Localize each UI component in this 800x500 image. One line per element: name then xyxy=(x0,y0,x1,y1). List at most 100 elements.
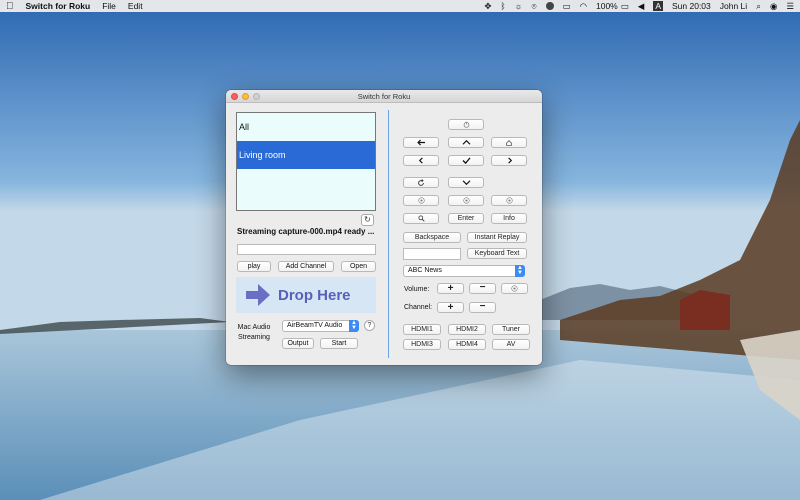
chevron-updown-icon: ▲ ▼ xyxy=(515,265,525,277)
back-button[interactable] xyxy=(403,137,439,148)
down-button[interactable] xyxy=(448,177,484,188)
input-source-icon[interactable]: A xyxy=(653,1,663,11)
chevron-left-icon xyxy=(418,157,423,164)
drop-here-label: Drop Here xyxy=(278,286,351,304)
instant-replay-button[interactable]: Instant Replay xyxy=(467,232,527,243)
hdmi3-button[interactable]: HDMI3 xyxy=(403,339,441,350)
power-button[interactable] xyxy=(448,119,484,130)
arrow-right-icon xyxy=(246,284,270,306)
help-button[interactable]: ? xyxy=(364,320,375,331)
backspace-button[interactable]: Backspace xyxy=(403,232,461,243)
search-icon xyxy=(417,215,425,222)
mac-audio-streaming-label: Mac Audio Streaming xyxy=(236,323,272,343)
menu-app-name[interactable]: Switch for Roku xyxy=(26,1,91,11)
fast-forward-button[interactable] xyxy=(491,195,527,206)
enter-button[interactable]: Enter xyxy=(448,213,484,224)
replay-button[interactable] xyxy=(403,177,439,188)
menu-bar:  Switch for Roku File Edit ✥ ᛒ ☼ ⌾ ▭ ◠ … xyxy=(0,0,800,12)
spotlight-search-icon[interactable]: ⌕ xyxy=(756,1,761,12)
volume-down-button[interactable]: − xyxy=(469,283,496,294)
minimize-window-button[interactable] xyxy=(242,93,249,100)
home-icon xyxy=(506,140,512,146)
home-button[interactable] xyxy=(491,137,527,148)
close-window-button[interactable] xyxy=(231,93,238,100)
replay-icon xyxy=(418,179,424,186)
chevron-right-icon xyxy=(507,157,512,164)
refresh-icon: ↻ xyxy=(364,215,371,224)
hdmi1-button[interactable]: HDMI1 xyxy=(403,324,441,335)
streaming-status: Streaming capture-000.mp4 ready ... xyxy=(237,227,375,236)
hdmi2-button[interactable]: HDMI2 xyxy=(448,324,486,335)
zoom-window-button[interactable] xyxy=(253,93,260,100)
menu-edit[interactable]: Edit xyxy=(128,1,143,11)
panel-divider xyxy=(388,110,389,358)
channel-up-button[interactable]: + xyxy=(437,302,464,313)
hdmi4-button[interactable]: HDMI4 xyxy=(448,339,486,350)
checkmark-icon xyxy=(462,157,471,164)
channel-select[interactable]: ABC News ▲ ▼ xyxy=(403,265,525,277)
media-url-input[interactable] xyxy=(237,244,376,255)
fast-forward-icon xyxy=(505,197,513,204)
right-button[interactable] xyxy=(491,155,527,166)
window-title: Switch for Roku xyxy=(357,92,411,101)
play-button[interactable]: play xyxy=(237,261,271,272)
up-button[interactable] xyxy=(448,137,484,148)
siri-icon[interactable]: ◉ xyxy=(770,1,777,12)
lightbulb-icon[interactable]: ☼ xyxy=(515,1,523,11)
chevron-updown-icon: ▲ ▼ xyxy=(349,320,359,332)
volume-icon[interactable]: ◀ xyxy=(638,1,645,12)
power-icon xyxy=(463,121,469,128)
audio-device-selected: AirBeamTV Audio xyxy=(287,322,343,329)
record-icon[interactable] xyxy=(545,2,554,10)
audio-device-select[interactable]: AirBeamTV Audio ▲ ▼ xyxy=(282,320,359,332)
search-button[interactable] xyxy=(403,213,439,224)
start-button[interactable]: Start xyxy=(320,338,358,349)
display-icon[interactable]: ▭ xyxy=(563,1,571,12)
window-controls xyxy=(231,93,264,100)
channel-down-button[interactable]: − xyxy=(469,302,496,313)
mute-button[interactable] xyxy=(501,283,528,294)
chevron-down-icon xyxy=(462,180,470,186)
menu-file[interactable]: File xyxy=(102,1,116,11)
channel-label: Channel: xyxy=(404,304,433,311)
ok-button[interactable] xyxy=(448,155,484,166)
battery-icon: ▭ xyxy=(620,0,629,11)
keyboard-text-input[interactable] xyxy=(403,248,461,260)
info-button[interactable]: Info xyxy=(491,213,527,224)
user-name[interactable]: John Li xyxy=(720,1,747,11)
mac-audio-label-line1: Mac Audio xyxy=(237,324,271,331)
channel-selected: ABC News xyxy=(408,267,442,274)
speaker-icon[interactable]: ⌾ xyxy=(531,1,536,12)
arrow-left-icon xyxy=(416,139,425,146)
device-item-all[interactable]: All xyxy=(237,113,375,141)
left-button[interactable] xyxy=(403,155,439,166)
av-button[interactable]: AV xyxy=(492,339,530,350)
chevron-up-icon xyxy=(462,139,470,145)
tuner-button[interactable]: Tuner xyxy=(492,324,530,335)
battery-percent[interactable]: 100% xyxy=(596,1,618,11)
play-pause-button[interactable] xyxy=(448,195,484,206)
drop-zone[interactable]: Drop Here xyxy=(236,277,376,313)
volume-up-button[interactable]: + xyxy=(437,283,464,294)
window-titlebar[interactable]: Switch for Roku xyxy=(226,90,542,103)
wifi-icon[interactable]: ◠ xyxy=(580,1,587,12)
mac-audio-label-line2: Streaming xyxy=(238,334,270,341)
rewind-button[interactable] xyxy=(403,195,439,206)
mute-icon xyxy=(511,285,518,292)
notification-center-icon[interactable]: ☰ xyxy=(786,1,794,12)
volume-label: Volume: xyxy=(404,286,430,293)
add-channel-button[interactable]: Add Channel xyxy=(278,261,334,272)
refresh-devices-button[interactable]: ↻ xyxy=(361,214,374,226)
play-pause-icon xyxy=(462,197,470,204)
device-item-living-room[interactable]: Living room xyxy=(237,141,375,169)
accessibility-icon[interactable]: ✥ xyxy=(484,1,491,12)
device-list[interactable]: All Living room xyxy=(236,112,376,211)
menu-bar-status-area: ✥ ᛒ ☼ ⌾ ▭ ◠ 100% ▭ ◀ A Sun 20:03 John Li… xyxy=(475,1,794,12)
clock[interactable]: Sun 20:03 xyxy=(672,1,711,11)
apple-menu-icon[interactable]:  xyxy=(6,1,14,12)
open-button[interactable]: Open xyxy=(341,261,376,272)
keyboard-text-button[interactable]: Keyboard Text xyxy=(467,248,527,259)
rewind-icon xyxy=(417,197,425,204)
bluetooth-icon[interactable]: ᛒ xyxy=(501,1,506,11)
output-button[interactable]: Output xyxy=(282,338,314,349)
